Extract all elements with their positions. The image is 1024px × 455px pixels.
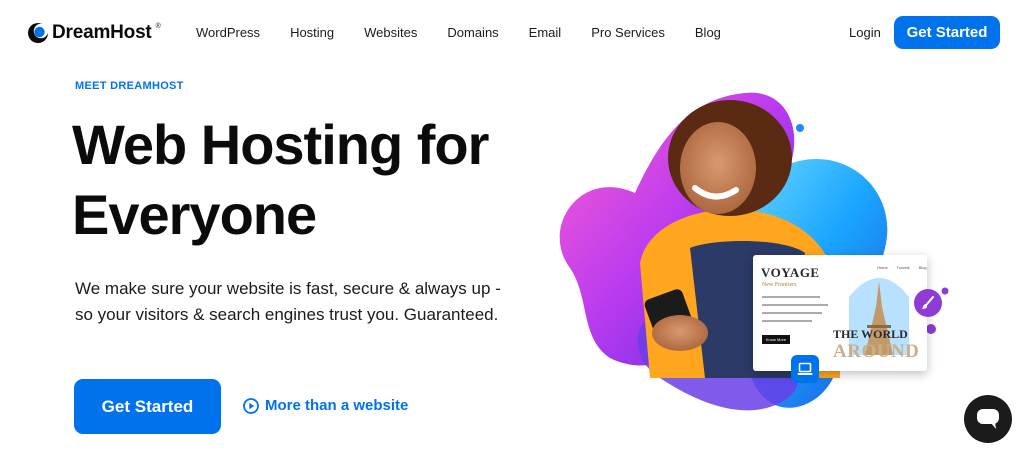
nav-item-domains[interactable]: Domains [447, 25, 498, 40]
nav-item-hosting[interactable]: Hosting [290, 25, 334, 40]
brand-name: DreamHost [52, 22, 152, 43]
mockup-title: VOYAGE [761, 265, 820, 280]
nav-item-websites[interactable]: Websites [364, 25, 417, 40]
hero-subtitle: We make sure your website is fast, secur… [75, 279, 501, 324]
bubble-blue [796, 124, 804, 132]
login-link[interactable]: Login [849, 25, 881, 40]
play-circle-icon [243, 397, 259, 414]
header-get-started-button[interactable]: Get Started [894, 16, 1000, 49]
mockup-headline-2: AROUND [833, 341, 920, 362]
mockup-text-lines [762, 296, 832, 328]
nav-item-pro-services[interactable]: Pro Services [591, 25, 665, 40]
more-than-website-link[interactable]: More than a website [243, 397, 408, 414]
paintbrush-icon [922, 296, 934, 309]
hero-get-started-button[interactable]: Get Started [74, 379, 221, 434]
mockup-headline-1: THE WORLD [833, 327, 908, 341]
laptop-badge [791, 355, 819, 383]
bubble-violet [926, 324, 936, 334]
nav-item-email[interactable]: Email [529, 25, 562, 40]
main-nav: WordPress Hosting Websites Domains Email… [196, 25, 751, 40]
website-mockup-card: VOYAGE New Frontiers Home Travels Blog K… [753, 255, 927, 371]
nav-item-wordpress[interactable]: WordPress [196, 25, 260, 40]
nav-item-blog[interactable]: Blog [695, 25, 721, 40]
bubble-purple [941, 287, 949, 295]
mockup-button: Know More [762, 335, 790, 344]
dreamhost-moon-icon [28, 23, 48, 43]
chat-widget-button[interactable] [964, 395, 1012, 443]
chat-bubble-icon [977, 409, 999, 429]
paintbrush-badge [914, 289, 942, 317]
site-header: DreamHost ® WordPress Hosting Websites D… [0, 0, 1024, 66]
brand-trademark: ® [155, 22, 161, 30]
mockup-subtitle: New Frontiers [762, 282, 797, 288]
hero-eyebrow: MEET DREAMHOST [75, 80, 184, 92]
more-than-website-label: More than a website [265, 397, 409, 414]
brand-logo[interactable]: DreamHost ® [28, 22, 161, 44]
laptop-icon [797, 362, 813, 375]
mockup-nav-item: Blog [918, 265, 927, 270]
hero-title: Web Hosting for Everyone [72, 113, 489, 246]
